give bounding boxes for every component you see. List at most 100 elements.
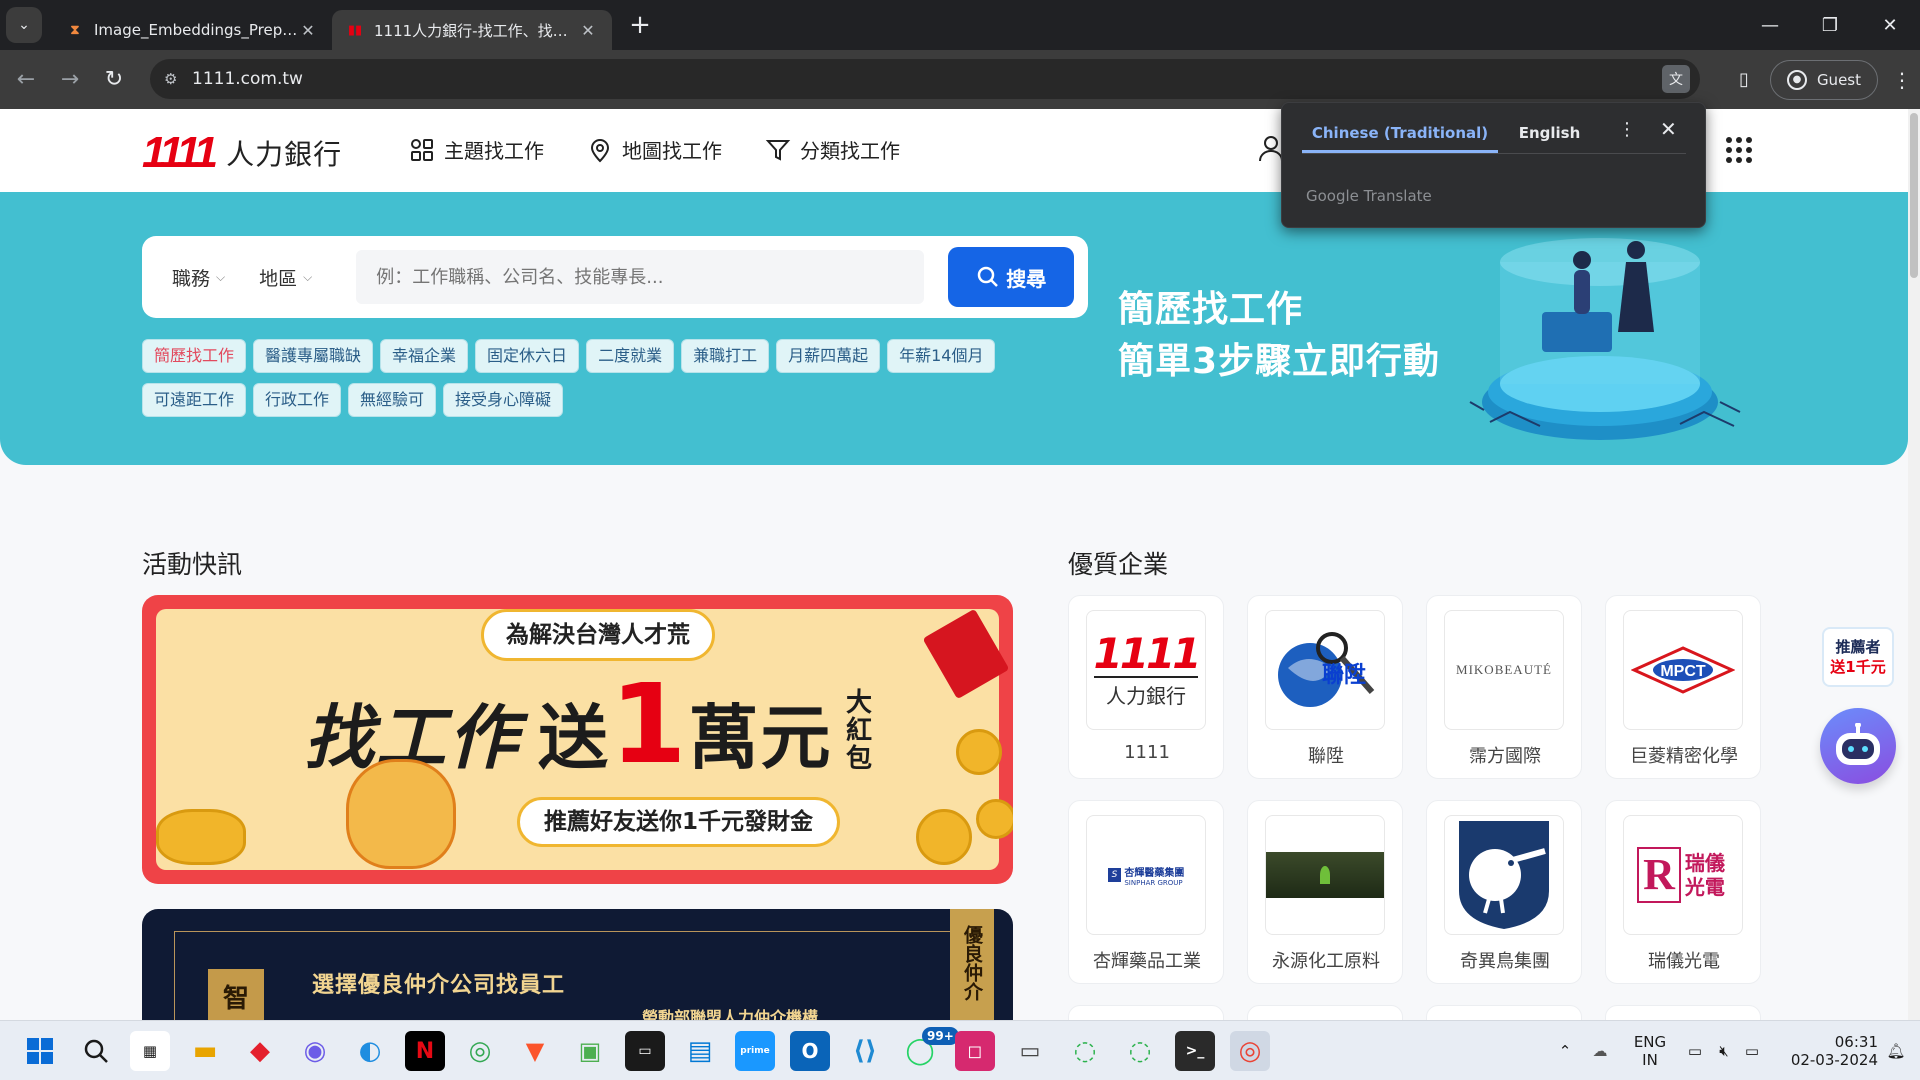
new-tab-button[interactable]: + xyxy=(624,10,656,40)
side-panel-icon[interactable]: ▯ xyxy=(1724,69,1764,90)
banner-subtitle: 推薦好友送你1千元發財金 xyxy=(517,797,841,847)
store-icon[interactable]: ▤ xyxy=(680,1031,720,1071)
tag-chip[interactable]: 簡歷找工作 xyxy=(142,339,247,373)
address-bar[interactable]: ⚙ 1111.com.tw 文 xyxy=(150,59,1700,99)
nav-category-jobs[interactable]: 分類找工作 xyxy=(764,135,900,164)
photos-icon[interactable]: ▣ xyxy=(570,1031,610,1071)
brave-icon[interactable]: ▼ xyxy=(515,1031,555,1071)
company-logo-yongyuan xyxy=(1265,815,1385,935)
edge-icon[interactable]: ◐ xyxy=(350,1031,390,1071)
company-card[interactable]: 永源化工原料 xyxy=(1247,800,1403,984)
red-envelope-icon xyxy=(922,608,1010,700)
virtual-desktop-icon[interactable]: ▭ xyxy=(1010,1031,1050,1071)
profile-button[interactable]: ● Guest xyxy=(1769,59,1878,100)
tag-chip[interactable]: 年薪14個月 xyxy=(887,339,996,373)
time: 06:31 xyxy=(1834,1033,1878,1051)
site-logo[interactable]: 1111 人力銀行 xyxy=(142,131,342,175)
company-card[interactable]: 1111 人力銀行 1111 xyxy=(1068,595,1224,779)
browser-tab-1111[interactable]: ▮▮ 1111人力銀行-找工作、找人才、 ✕ xyxy=(332,10,612,50)
translate-tab-source[interactable]: Chinese (Traditional) xyxy=(1302,113,1498,153)
tag-chip[interactable]: 可遠距工作 xyxy=(142,383,247,417)
tag-chip[interactable]: 行政工作 xyxy=(253,383,342,417)
search-input[interactable] xyxy=(356,250,925,304)
company-card[interactable] xyxy=(1605,1005,1761,1020)
close-tab-icon[interactable]: ✕ xyxy=(578,21,598,40)
tag-chip[interactable]: 醫護專屬職缺 xyxy=(253,339,374,373)
volume-muted-icon[interactable]: 🔇︎ xyxy=(1710,1042,1738,1060)
netflix-icon[interactable]: N xyxy=(405,1031,445,1071)
company-card[interactable] xyxy=(1247,1005,1403,1020)
company-card[interactable] xyxy=(1426,1005,1582,1020)
file-explorer-icon[interactable]: ▬ xyxy=(185,1031,225,1071)
start-icon[interactable] xyxy=(20,1031,60,1071)
company-card[interactable]: MPCT 巨菱精密化學 xyxy=(1605,595,1761,779)
search-icon[interactable] xyxy=(76,1031,116,1071)
scrollbar-thumb[interactable] xyxy=(1910,113,1918,278)
sync-icon[interactable]: ◌ xyxy=(1065,1031,1105,1071)
tag-chip[interactable]: 幸福企業 xyxy=(380,339,469,373)
referral-floating-badge[interactable]: 推薦者 送1千元 xyxy=(1822,627,1894,687)
translate-icon[interactable]: 文 xyxy=(1662,65,1690,93)
company-card[interactable]: S 杏輝醫藥集團 SINPHAR GROUP 杏輝藥品工業 xyxy=(1068,800,1224,984)
reload-icon[interactable]: ↻ xyxy=(94,67,134,92)
clock[interactable]: 06:31 02-03-2024 xyxy=(1778,1033,1878,1069)
chrome-icon[interactable]: ◎ xyxy=(460,1031,500,1071)
chrome-active-icon[interactable]: ◎ xyxy=(1230,1031,1270,1071)
nav-theme-jobs[interactable]: 主題找工作 xyxy=(408,135,544,164)
company-card[interactable]: MIKOBEAUTÉ 霈方國際 xyxy=(1426,595,1582,779)
network-icon[interactable]: ▭ xyxy=(1680,1042,1710,1060)
nav-map-jobs[interactable]: 地圖找工作 xyxy=(586,135,722,164)
tab-title: 1111人力銀行-找工作、找人才、 xyxy=(374,21,578,40)
close-window-icon[interactable]: ✕ xyxy=(1860,0,1920,50)
notification-bell-icon[interactable]: 🔔︎ xyxy=(1878,1042,1914,1060)
tab-search-button[interactable]: ⌄ xyxy=(6,7,42,43)
search-button[interactable]: 搜尋 xyxy=(948,247,1075,307)
tag-chip[interactable]: 二度就業 xyxy=(586,339,675,373)
instagram-icon[interactable]: ◻ xyxy=(955,1031,995,1071)
promo-banner-referral[interactable]: 為解決台灣人才荒 找工作 送1萬元 大紅包 推薦好友送你1千元發財金 xyxy=(142,595,1013,884)
tag-chip[interactable]: 月薪四萬起 xyxy=(776,339,881,373)
chevron-up-icon[interactable]: ⌃ xyxy=(1550,1042,1580,1060)
company-card[interactable]: 奇異鳥集團 xyxy=(1426,800,1582,984)
terminal-icon[interactable]: ▭ xyxy=(625,1031,665,1071)
company-card[interactable] xyxy=(1068,1005,1224,1020)
vscode-icon[interactable]: ⟨⟩ xyxy=(845,1031,885,1071)
onedrive-icon[interactable]: ☁ xyxy=(1580,1042,1620,1060)
prime-video-icon[interactable]: prime xyxy=(735,1031,775,1071)
copilot-icon[interactable]: ◉ xyxy=(295,1031,335,1071)
anydesk-icon[interactable]: ◆ xyxy=(240,1031,280,1071)
browser-tab-jupyter[interactable]: ⧗ Image_Embeddings_Prep - Jupyter ✕ xyxy=(52,10,332,50)
widgets-icon[interactable]: ▦ xyxy=(130,1031,170,1071)
battery-icon[interactable]: ▭ xyxy=(1738,1042,1766,1060)
translate-tab-target[interactable]: English xyxy=(1498,113,1601,153)
grid-people-icon xyxy=(408,136,436,164)
company-card[interactable]: 聯陞 聯陞 xyxy=(1247,595,1403,779)
forward-icon[interactable]: → xyxy=(50,67,90,92)
chatbot-button[interactable] xyxy=(1820,708,1896,784)
restore-icon[interactable]: ❐ xyxy=(1800,0,1860,50)
chrome-menu-icon[interactable]: ⋮ xyxy=(1884,68,1920,92)
job-category-select[interactable]: 職務 ⌵ xyxy=(172,264,225,291)
area-select[interactable]: 地區 ⌵ xyxy=(259,264,312,291)
translate-options-icon[interactable]: ⋮ xyxy=(1618,119,1636,140)
promo-banner-agency[interactable]: 智 選擇優良仲介公司找員工 勞動部聯盟人力仲介機構 優良仲介 xyxy=(142,909,1013,1020)
language-indicator[interactable]: ENG IN xyxy=(1620,1033,1680,1069)
close-tab-icon[interactable]: ✕ xyxy=(298,21,318,40)
sync-icon[interactable]: ◌ xyxy=(1120,1031,1160,1071)
back-icon[interactable]: ← xyxy=(6,67,46,92)
tag-chip[interactable]: 無經驗可 xyxy=(348,383,437,417)
terminal-icon[interactable]: >_ xyxy=(1175,1031,1215,1071)
translate-close-icon[interactable]: ✕ xyxy=(1660,117,1677,141)
whatsapp-icon[interactable]: ◯ 99+ xyxy=(900,1027,959,1071)
minimize-icon[interactable]: — xyxy=(1740,0,1800,50)
company-card[interactable]: R 瑞儀光電 瑞儀光電 xyxy=(1605,800,1761,984)
tag-chip[interactable]: 固定休六日 xyxy=(475,339,580,373)
page-scrollbar[interactable] xyxy=(1908,109,1920,1020)
hero-headline[interactable]: 簡歷找工作 簡單3步驟立即行動 xyxy=(1118,284,1440,388)
outlook-icon[interactable]: O xyxy=(790,1031,830,1071)
tag-chip[interactable]: 接受身心障礙 xyxy=(443,383,564,417)
apps-grid-icon[interactable] xyxy=(1726,137,1752,163)
site-info-icon[interactable]: ⚙ xyxy=(164,70,192,88)
tag-chip[interactable]: 兼職打工 xyxy=(681,339,770,373)
company-name: 1111 xyxy=(1124,742,1170,763)
